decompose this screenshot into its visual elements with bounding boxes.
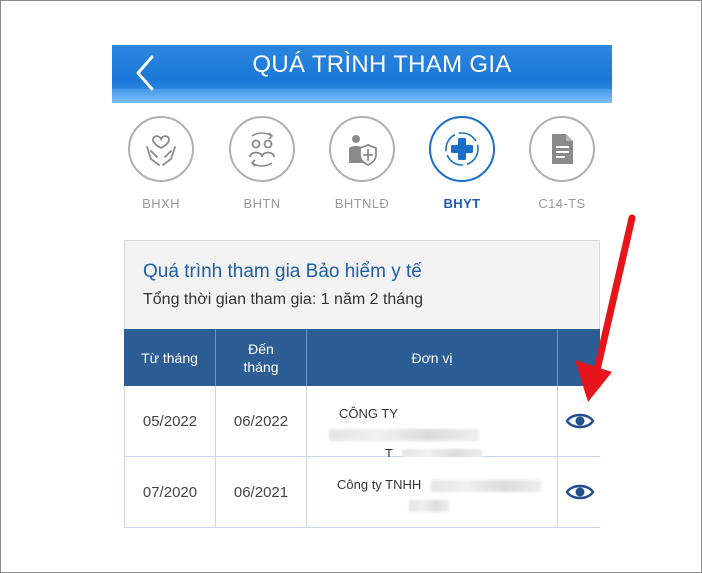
worker-shield-icon (349, 135, 377, 167)
tab-bhtn-label: BHTN (243, 196, 281, 211)
people-cycle-icon (249, 132, 275, 167)
summary-panel: Quá trình tham gia Bảo hiểm y tế Tổng th… (124, 240, 600, 330)
medical-cross-icon (445, 132, 479, 166)
table-header: Từ tháng Đến tháng Đơn vị (124, 329, 600, 386)
hands-heart-icon (146, 135, 176, 166)
cell-unit: CÔNG TY T (307, 386, 558, 461)
total-duration: Tổng thời gian tham gia: 1 năm 2 tháng (143, 291, 423, 308)
tab-bhtnld[interactable]: BHTNLĐ (324, 116, 400, 211)
document-icon (552, 134, 573, 164)
col-to-month-line1: Đến (248, 340, 274, 357)
unit-name: Công ty TNHH (323, 475, 541, 515)
tab-bhxh-label: BHXH (142, 196, 180, 211)
tab-bhxh-circle (128, 116, 194, 182)
redacted-text (430, 479, 541, 492)
tab-bhyt-label: BHYT (443, 196, 481, 211)
back-button[interactable] (130, 53, 162, 93)
eye-icon[interactable] (565, 481, 595, 503)
cell-from: 07/2020 (125, 457, 216, 527)
chevron-left-icon (136, 55, 154, 91)
cell-to: 06/2021 (216, 457, 307, 527)
table-row: 05/2022 06/2022 CÔNG TY T (124, 386, 600, 461)
tab-bhyt[interactable]: BHYT (424, 116, 500, 211)
unit-name-prefix: CÔNG TY (339, 406, 398, 421)
cell-unit: Công ty TNHH (307, 457, 558, 527)
tab-bhtnld-label: BHTNLĐ (334, 196, 390, 211)
header-gradient (112, 89, 612, 103)
app-header: QUÁ TRÌNH THAM GIA (112, 45, 612, 103)
col-action (558, 329, 600, 386)
col-from-month: Từ tháng (124, 329, 216, 386)
table-row: 07/2020 06/2021 Công ty TNHH (124, 457, 600, 528)
col-to-month: Đến tháng (216, 329, 307, 386)
panel-title: Quá trình tham gia Bảo hiểm y tế (143, 261, 422, 282)
tab-bhtn-circle (229, 116, 295, 182)
unit-name-prefix: Công ty TNHH (337, 477, 422, 492)
tab-bhyt-circle (429, 116, 495, 182)
col-unit: Đơn vị (307, 329, 558, 386)
cell-to: 06/2022 (216, 386, 307, 456)
redacted-text (329, 428, 479, 441)
tab-bhtnld-circle (329, 116, 395, 182)
unit-name: CÔNG TY T (323, 404, 557, 464)
redacted-text (409, 499, 449, 512)
tab-c14ts-circle (529, 116, 595, 182)
col-to-month-line2: tháng (243, 358, 279, 375)
tab-c14ts-label: C14-TS (538, 196, 586, 211)
cell-from: 05/2022 (125, 386, 216, 456)
eye-icon[interactable] (565, 410, 595, 432)
tab-bhxh[interactable]: BHXH (123, 116, 199, 211)
tab-c14ts[interactable]: C14-TS (524, 116, 600, 211)
tab-bhtn[interactable]: BHTN (224, 116, 300, 211)
